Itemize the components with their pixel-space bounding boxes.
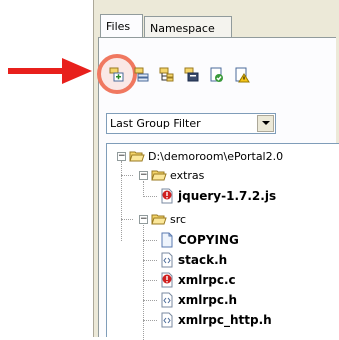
check-file-button[interactable]	[206, 64, 228, 86]
tab-files-label: Files	[106, 20, 131, 33]
tree-view-button[interactable]	[156, 64, 178, 86]
tree-node-xmlrpc-c[interactable]: xmlrpc.c	[159, 271, 236, 289]
tree-node-xmlrpc-http-h[interactable]: xmlrpc_http.h	[159, 311, 272, 329]
open-folder-icon	[151, 170, 167, 181]
file-tree: − − − D:\demoroom\ePortal2.0 extras jque…	[106, 143, 339, 340]
tree-node-extras[interactable]: extras	[151, 166, 204, 184]
file-icon	[161, 232, 173, 248]
tree-node-label: COPYING	[178, 233, 239, 247]
add-group-button[interactable]	[131, 64, 153, 86]
error-file-icon	[161, 188, 173, 204]
tree-node-label: extras	[170, 168, 205, 182]
tree-node-xmlrpc-h[interactable]: xmlrpc.h	[159, 291, 237, 309]
tab-files[interactable]: Files	[100, 14, 143, 38]
code-file-icon	[161, 252, 173, 268]
tree-node-label: D:\demoroom\ePortal2.0	[148, 149, 284, 163]
group-filter-select[interactable]: Last Group Filter	[106, 113, 276, 134]
tree-node-label: src	[170, 212, 187, 226]
tree-node-label: xmlrpc.c	[178, 273, 236, 287]
warning-file-icon	[235, 67, 250, 83]
tree-node-label: xmlrpc_http.h	[178, 313, 272, 327]
tree-node-copying[interactable]: COPYING	[159, 231, 239, 249]
tree-node-label: stack.h	[178, 253, 228, 267]
add-group-icon	[134, 67, 149, 82]
check-file-icon	[210, 67, 223, 82]
chevron-down-icon	[261, 121, 270, 125]
tab-namespace[interactable]: Namespace	[144, 16, 232, 38]
folder-settings-button[interactable]	[181, 64, 203, 86]
tree-node-jquery[interactable]: jquery-1.7.2.js	[159, 187, 276, 205]
tree-node-stack-h[interactable]: stack.h	[159, 251, 227, 269]
dropdown-button[interactable]	[257, 115, 274, 132]
tree-view-icon	[159, 67, 174, 82]
collapse-extras-toggle[interactable]: −	[139, 171, 148, 180]
tree-node-root[interactable]: D:\demoroom\ePortal2.0	[129, 147, 283, 165]
code-file-icon	[161, 312, 173, 328]
red-arrow-annotation	[8, 58, 92, 84]
code-file-icon	[161, 292, 173, 308]
group-filter-value: Last Group Filter	[110, 117, 201, 130]
tree-node-label: jquery-1.7.2.js	[178, 189, 277, 203]
tree-node-label: xmlrpc.h	[178, 293, 238, 307]
error-file-icon	[161, 272, 173, 288]
collapse-src-toggle[interactable]: −	[139, 215, 148, 224]
tree-node-src[interactable]: src	[151, 210, 186, 228]
open-folder-icon	[151, 214, 167, 225]
add-project-button[interactable]	[106, 64, 128, 86]
collapse-root-toggle[interactable]: −	[117, 152, 126, 161]
open-folder-icon	[129, 151, 145, 162]
warning-file-button[interactable]	[231, 64, 253, 86]
add-project-icon	[109, 67, 124, 82]
tab-namespace-label: Namespace	[150, 22, 215, 35]
folder-settings-icon	[184, 67, 199, 82]
